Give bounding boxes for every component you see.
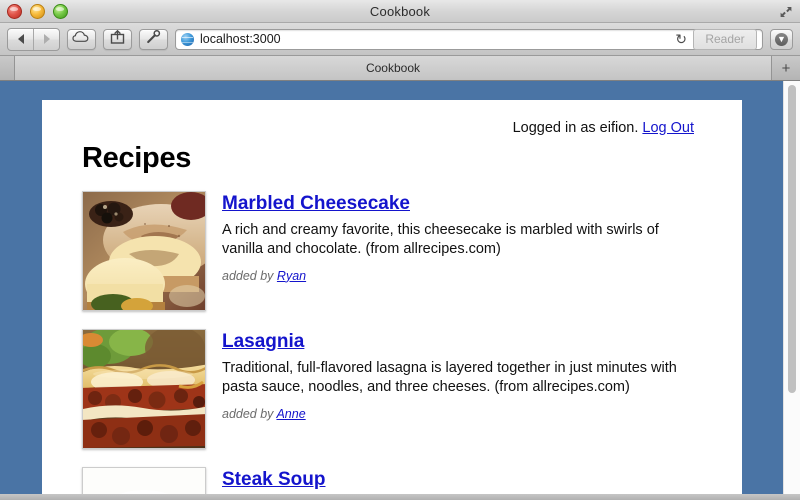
login-status-text: Logged in as eifion. <box>512 120 639 136</box>
recipe-author-link[interactable]: Anne <box>276 407 305 421</box>
lasagna-photo[interactable] <box>82 329 206 449</box>
traffic-light-group <box>7 4 68 19</box>
forward-arrow-icon <box>43 34 50 44</box>
tab-cookbook[interactable]: Cookbook <box>15 56 772 80</box>
recipe-title-link[interactable]: Marbled Cheesecake <box>222 193 410 215</box>
tab-bar-left-edge <box>0 56 15 80</box>
new-tab-button[interactable]: + <box>772 56 800 80</box>
window-title: Cookbook <box>369 3 431 19</box>
vertical-scrollbar[interactable] <box>783 81 800 500</box>
login-status: Logged in as eifion. Log Out <box>82 118 712 136</box>
reload-button[interactable]: ↻ <box>675 32 687 46</box>
downloads-button[interactable]: ▼ <box>770 28 793 50</box>
icloud-tabs-button[interactable] <box>67 28 96 50</box>
recipe-title-link[interactable]: Lasagnia <box>222 331 304 353</box>
recipe-body: Lasagnia Traditional, full-flavored lasa… <box>206 329 712 449</box>
recipe-item: Lasagnia Traditional, full-flavored lasa… <box>82 329 712 449</box>
navigation-buttons <box>7 27 60 51</box>
window-titlebar: Cookbook <box>0 0 800 23</box>
recipe-added-by: added by Anne <box>222 407 712 421</box>
bookmark-pin-button[interactable] <box>139 28 168 50</box>
recipe-author-link[interactable]: Ryan <box>277 269 306 283</box>
recipe-body: Marbled Cheesecake A rich and creamy fav… <box>206 191 712 311</box>
page-inner: Logged in as eifion. Log Out Recipes Mar… <box>42 100 742 500</box>
recipe-added-by: added by Ryan <box>222 269 712 283</box>
icloud-tabs-icon <box>72 30 91 48</box>
safari-window: Cookbook localhost:3000 ↻ Reader ▼ Cookb… <box>0 0 800 500</box>
globe-icon <box>181 32 194 46</box>
added-by-label: added by <box>222 406 274 421</box>
browser-toolbar: localhost:3000 ↻ Reader ▼ <box>0 23 800 56</box>
forward-button[interactable] <box>33 28 59 50</box>
downloads-icon: ▼ <box>775 32 788 46</box>
share-icon <box>110 29 125 49</box>
recipe-title-link[interactable]: Steak Soup <box>222 469 325 491</box>
marbled-cheesecake-photo[interactable] <box>82 191 206 311</box>
back-arrow-icon <box>17 34 24 44</box>
logout-link[interactable]: Log Out <box>642 120 694 136</box>
page-title: Recipes <box>82 142 192 174</box>
address-bar[interactable]: localhost:3000 ↻ Reader <box>175 28 763 50</box>
tab-bar: Cookbook + <box>0 56 800 81</box>
address-bar-value: localhost:3000 <box>200 32 281 46</box>
reader-button[interactable]: Reader <box>693 28 757 50</box>
recipe-description: Traditional, full-flavored lasagna is la… <box>222 360 677 396</box>
fullscreen-arrows-icon[interactable] <box>777 3 794 20</box>
recipe-description: A rich and creamy favorite, this cheesec… <box>222 222 659 258</box>
close-button[interactable] <box>7 4 22 19</box>
window-bottom-edge <box>0 494 800 500</box>
scrollbar-thumb[interactable] <box>788 85 796 393</box>
share-button[interactable] <box>103 28 132 50</box>
back-button[interactable] <box>8 29 33 50</box>
added-by-label: added by <box>222 268 274 283</box>
page-viewport: Logged in as eifion. Log Out Recipes Mar… <box>0 81 800 500</box>
zoom-button[interactable] <box>53 4 68 19</box>
page-content-container: Logged in as eifion. Log Out Recipes Mar… <box>42 100 742 500</box>
bookmark-pin-icon <box>146 29 161 49</box>
recipe-item: Marbled Cheesecake A rich and creamy fav… <box>82 191 712 311</box>
minimize-button[interactable] <box>30 4 45 19</box>
